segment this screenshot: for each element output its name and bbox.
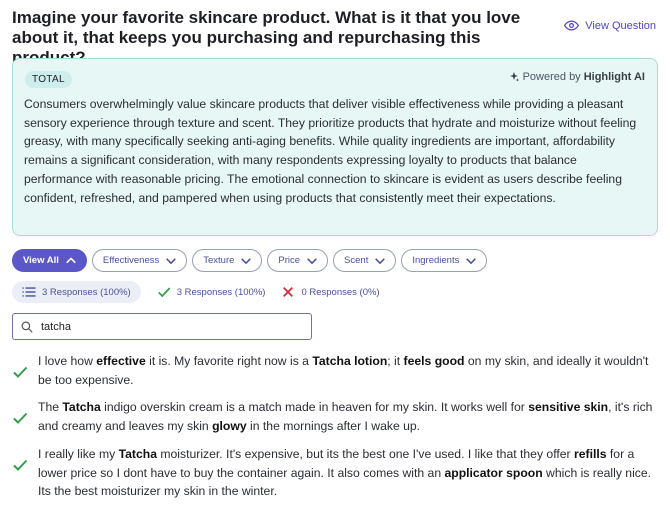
highlighted-keyword: Tatcha	[118, 446, 157, 461]
response-text: I really like my Tatcha moisturizer. It'…	[38, 445, 662, 501]
filter-chip-scent[interactable]: Scent	[333, 249, 397, 272]
chevron-down-icon	[241, 257, 252, 264]
negative-responses-filter[interactable]: 0 Responses (0%)	[281, 285, 380, 299]
response-item: I love how effective it is. My favorite …	[12, 352, 662, 389]
view-question-label: View Question	[585, 19, 656, 32]
filter-chip-price[interactable]: Price	[267, 249, 329, 272]
search-icon	[21, 321, 33, 333]
filter-bar: View All Effectiveness Texture Price Scent In…	[12, 249, 488, 272]
highlighted-keyword: applicator spoon	[444, 465, 543, 480]
highlighted-keyword: glowy	[212, 419, 247, 434]
response-text: I love how effective it is. My favorite …	[38, 352, 662, 389]
filter-chip-view-all[interactable]: View All	[12, 249, 87, 272]
chevron-down-icon	[466, 257, 477, 264]
powered-prefix: Powered by	[522, 71, 581, 83]
check-icon	[13, 459, 28, 471]
response-item: I really like my Tatcha moisturizer. It'…	[12, 445, 662, 501]
response-segment: The	[38, 400, 63, 415]
response-text: The Tatcha indigo overskin cream is a ma…	[38, 398, 662, 435]
positive-responses-filter[interactable]: 3 Responses (100%)	[157, 285, 266, 299]
chevron-down-icon	[307, 257, 317, 264]
check-icon	[13, 413, 28, 425]
filter-chip-label: View All	[23, 255, 59, 266]
sparkle-icon	[509, 72, 519, 82]
filter-chip-label: Price	[278, 255, 301, 266]
filter-chip-label: Effectiveness	[102, 255, 160, 266]
eye-icon	[564, 20, 580, 31]
all-responses-filter[interactable]: 3 Responses (100%)	[12, 281, 141, 303]
all-responses-count: 3 Responses (100%)	[42, 286, 131, 298]
filter-chip-label: Scent	[344, 255, 369, 266]
response-segment: in the mornings after I wake up.	[246, 419, 421, 434]
response-item: The Tatcha indigo overskin cream is a ma…	[12, 398, 662, 435]
search-box[interactable]	[12, 313, 312, 340]
stats-bar: 3 Responses (100%) 3 Responses (100%) 0 …	[12, 281, 380, 303]
response-segment: it is. My favorite right now is a	[145, 354, 313, 368]
response-segment: I really like my	[38, 446, 119, 461]
response-segment: moisturizer. It's expensive, but its the…	[156, 446, 574, 461]
highlighted-keyword: feels good	[403, 354, 465, 368]
summary-card: TOTAL Powered by Highlight AI Consumers …	[12, 58, 658, 236]
check-icon	[13, 366, 28, 378]
search-input[interactable]	[41, 320, 291, 333]
list-icon	[22, 287, 36, 297]
total-badge: TOTAL	[25, 71, 72, 88]
filter-chip-effectiveness[interactable]: Effectiveness	[91, 249, 188, 272]
chevron-up-icon	[66, 256, 76, 263]
highlighted-keyword: refills	[573, 446, 607, 461]
response-segment: indigo overskin cream is a match made in…	[100, 400, 529, 415]
highlighted-keyword: Tatcha lotion	[312, 354, 388, 368]
check-icon	[157, 287, 171, 298]
highlighted-keyword: Tatcha	[62, 400, 101, 415]
positive-responses-count: 3 Responses (100%)	[176, 286, 266, 298]
response-segment: ; it	[387, 354, 404, 368]
filter-chip-texture[interactable]: Texture	[192, 249, 263, 272]
highlighted-keyword: effective	[96, 354, 146, 368]
chevron-down-icon	[375, 257, 386, 264]
filter-chip-ingredients[interactable]: Ingredients	[401, 249, 488, 272]
powered-brand: Highlight AI	[583, 71, 645, 83]
filter-chip-label: Ingredients	[412, 255, 460, 266]
filter-chip-label: Texture	[203, 255, 235, 266]
response-segment: I love how	[38, 354, 97, 368]
question-header: Imagine your favorite skincare product. …	[12, 8, 658, 67]
powered-by: Powered by Highlight AI	[508, 71, 645, 83]
cross-icon	[283, 287, 294, 297]
highlighted-keyword: sensitive skin	[528, 400, 609, 415]
summary-text: Consumers overwhelmingly value skincare …	[24, 97, 637, 205]
view-question-link[interactable]: View Question	[564, 18, 656, 33]
chevron-down-icon	[166, 257, 177, 264]
negative-responses-count: 0 Responses (0%)	[301, 286, 380, 298]
response-list: I love how effective it is. My favorite …	[12, 352, 662, 510]
